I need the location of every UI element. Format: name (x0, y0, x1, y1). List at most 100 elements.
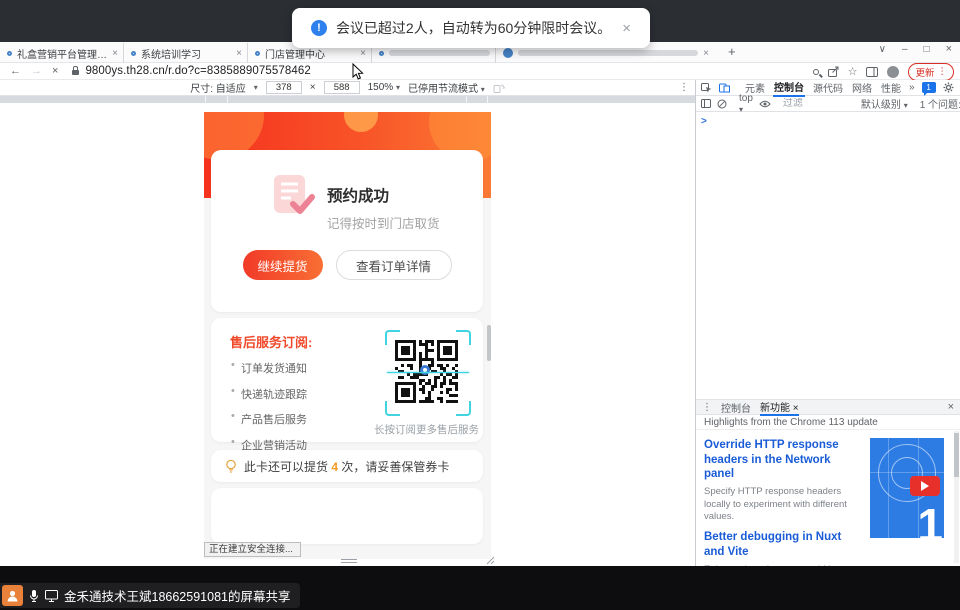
clear-console-icon[interactable] (717, 99, 727, 109)
tab-sources[interactable]: 源代码 (812, 79, 844, 96)
back-icon[interactable] (10, 65, 21, 77)
page-scrollbar-thumb[interactable] (487, 325, 491, 361)
drawer-tab-console[interactable]: 控制台 (721, 400, 751, 415)
share-text: 金禾通技术王斌18662591081的屏幕共享 (64, 586, 290, 605)
viewport-resize-handle[interactable] (341, 559, 357, 565)
pickup-tip-text: 此卡还可以提货 4 次，请妥善保管券卡 (244, 458, 449, 475)
drawer-tab-whatsnew[interactable]: 新功能 (760, 399, 799, 416)
eye-icon[interactable] (759, 100, 771, 108)
drawer-tab-bar: 控制台 新功能 (696, 400, 960, 415)
tab-search-icon[interactable] (879, 44, 886, 55)
minimize-button[interactable] (902, 44, 908, 55)
corner-resize-handle[interactable] (485, 555, 495, 565)
tab-network[interactable]: 网络 (851, 79, 873, 96)
device-toolbar-menu-icon[interactable] (679, 82, 689, 93)
continue-pickup-button[interactable]: 继续提货 (243, 250, 323, 280)
whatsnew-link[interactable]: Better debugging in Nuxt and Vite (704, 530, 856, 559)
more-tabs-icon[interactable] (909, 82, 915, 93)
qr-code[interactable] (385, 330, 471, 416)
devtools-panel: 元素 控制台 源代码 网络 性能 1 (695, 80, 960, 566)
pickup-tip-card: 此卡还可以提货 4 次，请妥善保管券卡 (211, 450, 483, 482)
chevron-down-icon[interactable] (254, 82, 258, 93)
lock-icon[interactable] (72, 70, 79, 75)
viewport-width-input[interactable] (266, 81, 302, 94)
meeting-toast: ! 会议已超过2人，自动转为60分钟限时会议。 (292, 8, 650, 48)
stop-loading-icon[interactable] (52, 65, 58, 77)
qr-caption: 长按订阅更多售后服务 (374, 422, 479, 437)
tab-training[interactable]: 系统培训学习 (126, 43, 248, 63)
console-prompt-icon: > (701, 116, 707, 127)
device-toolbar-toggle-icon[interactable] (719, 83, 730, 93)
site-favicon (131, 51, 136, 56)
toast-close-icon[interactable] (622, 20, 631, 37)
new-tab-button[interactable] (728, 44, 736, 59)
bulb-icon (225, 459, 237, 474)
maximize-button[interactable] (924, 44, 930, 55)
drawer-menu-icon[interactable] (702, 402, 712, 413)
profile-avatar[interactable] (887, 66, 899, 78)
connection-status-bubble: 正在建立安全连接... (204, 542, 301, 557)
view-order-button[interactable]: 查看订单详情 (336, 250, 452, 280)
share-icon[interactable] (828, 66, 839, 77)
obscured-tab-title (518, 50, 698, 56)
subscribe-list: 订单发货通知 快递轨迹跟踪 产品售后服务 企业营销活动 (231, 360, 307, 462)
window-controls (879, 43, 952, 55)
update-chrome-button[interactable]: 更新 (908, 63, 954, 81)
whatsnew-header: Highlights from the Chrome 113 update (696, 415, 960, 430)
order-document-check-icon (269, 172, 315, 232)
console-log-area[interactable]: > (696, 112, 960, 400)
console-filter-input[interactable] (783, 98, 855, 109)
menu-kebab-icon (938, 66, 948, 77)
tab-close-icon[interactable] (703, 48, 709, 59)
qr-scan-line (387, 372, 469, 373)
search-icon[interactable] (813, 69, 819, 75)
obscured-tab-title (389, 50, 490, 56)
mouse-cursor (352, 63, 364, 81)
whatsnew-video-thumbnail[interactable]: 1 (870, 438, 944, 538)
tab-close-icon[interactable] (236, 48, 242, 59)
url-text[interactable]: 9800ys.th28.cn/r.do?c=8385889075578462 (85, 65, 310, 77)
whatsnew-link[interactable]: Override HTTP response headers in the Ne… (704, 438, 856, 482)
viewport-height-input[interactable] (324, 81, 360, 94)
browser-window: 礼盒营销平台管理中心 系统培训学习 门店管理中心 (0, 42, 960, 566)
info-icon: ! (311, 20, 327, 36)
forward-icon[interactable] (31, 65, 42, 77)
whatsnew-desc: Specify HTTP response headers locally to… (704, 486, 854, 523)
gear-icon[interactable] (943, 82, 954, 93)
update-label: 更新 (915, 65, 934, 79)
rotate-icon[interactable] (493, 83, 505, 93)
screen-share-indicator[interactable]: 金禾通技术王斌18662591081的屏幕共享 (0, 583, 300, 608)
close-drawer-icon[interactable] (948, 401, 954, 413)
tab-console[interactable]: 控制台 (773, 78, 805, 97)
close-window-button[interactable] (946, 43, 952, 55)
inspect-icon[interactable] (701, 83, 712, 93)
log-levels-select[interactable]: 默认级别 (861, 96, 908, 111)
tab-title: 礼盒营销平台管理中心 (17, 46, 107, 61)
issues-counter[interactable]: 1 个问题:1 (920, 96, 960, 111)
site-favicon (7, 51, 12, 56)
zoom-select[interactable]: 150% (368, 82, 400, 93)
messages-badge[interactable]: 1 (922, 82, 936, 93)
toast-text: 会议已超过2人，自动转为60分钟限时会议。 (336, 18, 611, 38)
list-item: 订单发货通知 (231, 360, 307, 376)
site-favicon (255, 51, 260, 56)
play-button-icon[interactable] (910, 476, 940, 496)
tab-performance[interactable]: 性能 (880, 79, 902, 96)
tab-gift-admin[interactable]: 礼盒营销平台管理中心 (2, 43, 124, 63)
subscribe-card: 售后服务订阅: 订单发货通知 快递轨迹跟踪 产品售后服务 企业营销活动 长按订阅… (211, 318, 483, 442)
dock-side-icon[interactable] (701, 99, 711, 108)
console-toolbar: top 默认级别 1 个问题:1 (696, 96, 960, 112)
list-item: 产品售后服务 (231, 411, 307, 427)
screen: 礼盒营销平台管理中心 系统培训学习 门店管理中心 (0, 0, 960, 610)
bookmark-star-icon[interactable] (848, 65, 858, 78)
tab-close-icon[interactable] (112, 48, 118, 59)
whatsnew-body: Override HTTP response headers in the Ne… (696, 430, 960, 566)
drawer-scrollbar[interactable] (954, 431, 959, 563)
throttle-select[interactable]: 已停用节流模式 (408, 80, 485, 95)
empty-card (211, 488, 483, 544)
device-toolbar: 尺寸: 自适应 × 150% 已停用节流模式 (0, 80, 695, 96)
side-panel-icon[interactable] (866, 67, 878, 77)
tab-close-icon[interactable] (360, 48, 366, 59)
qr-center-logo (420, 365, 430, 375)
subscribe-title: 售后服务订阅: (230, 332, 312, 351)
